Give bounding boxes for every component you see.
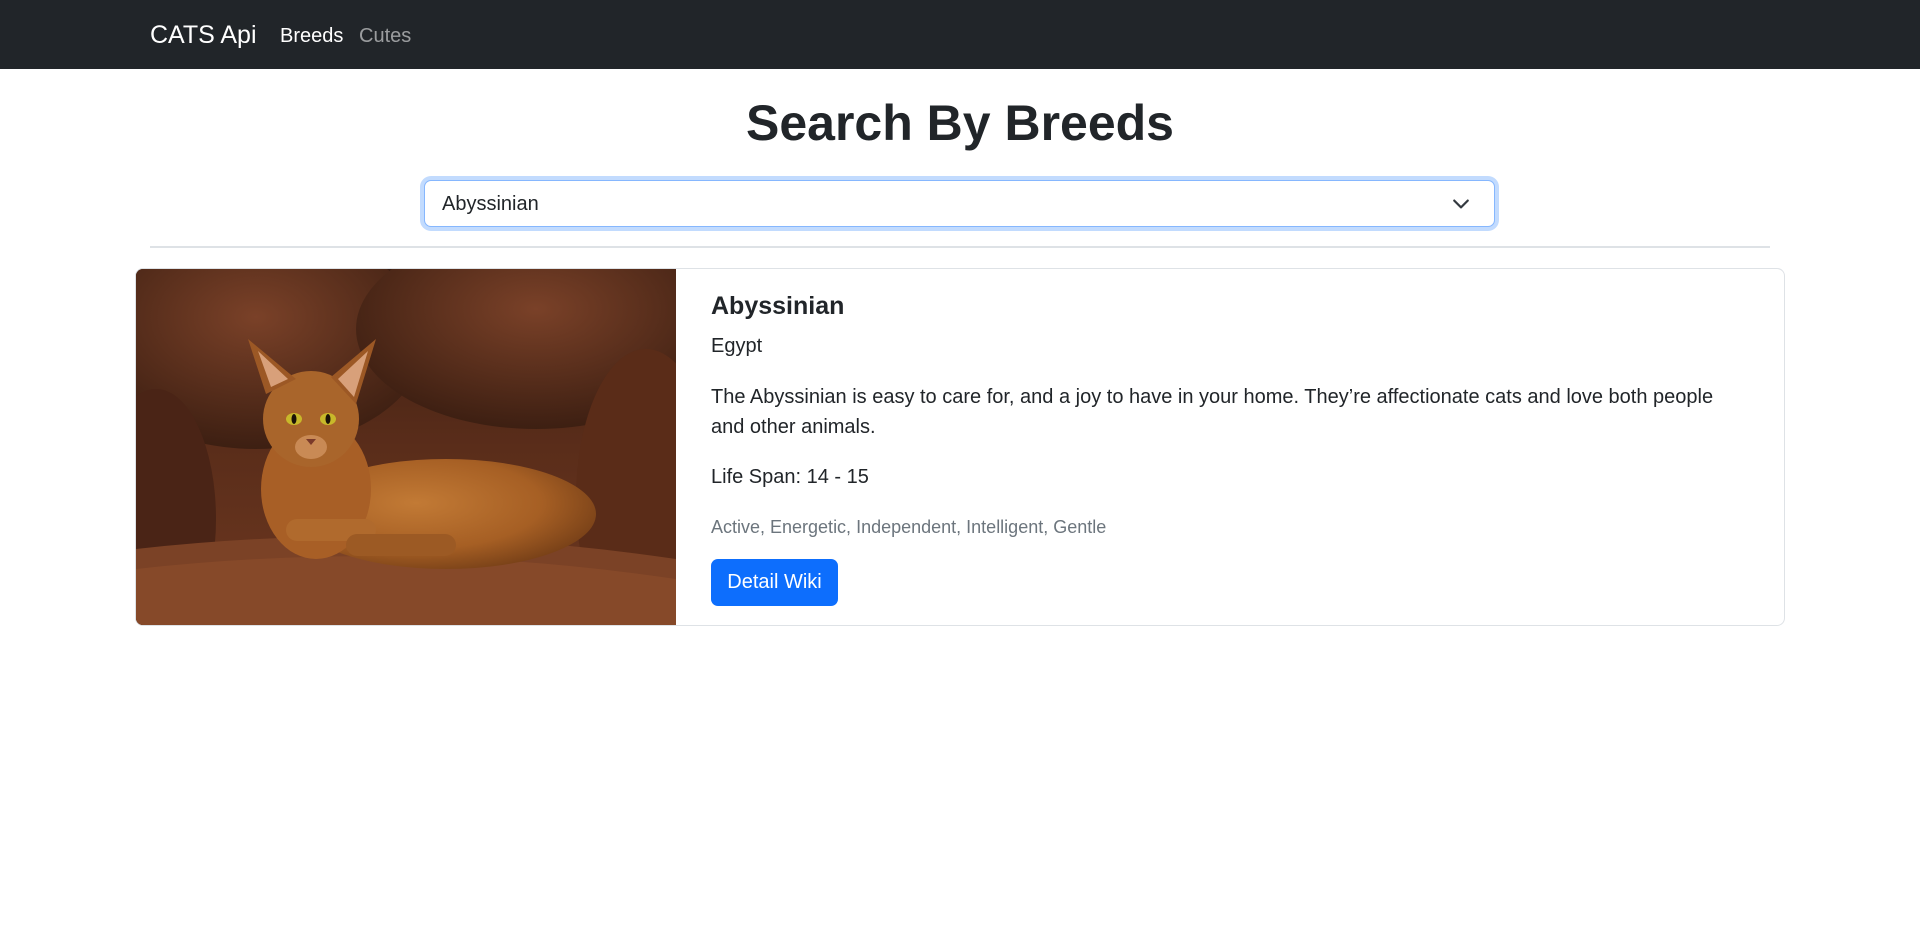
breed-card: Abyssinian Egypt The Abyssinian is easy … [135,268,1785,626]
breed-select-value: Abyssinian [442,193,539,215]
navbar: CATS Api Breeds Cutes [0,0,1920,69]
divider [150,246,1770,248]
breed-description: The Abyssinian is easy to care for, and … [711,386,1714,438]
nav-link-breeds[interactable]: Breeds [280,23,343,49]
page-title: Search By Breeds [745,95,1174,151]
chevron-down-icon [1453,199,1469,209]
breed-temperament: Active, Energetic, Independent, Intellig… [711,517,1107,537]
breed-life-span: Life Span: 14 - 15 [711,466,869,488]
breed-select[interactable]: Abyssinian [424,180,1495,227]
detail-wiki-button[interactable]: Detail Wiki [711,559,838,606]
nav-link-cutes[interactable]: Cutes [359,23,411,49]
brand-link[interactable]: CATS Api [150,18,257,52]
breed-origin: Egypt [711,335,763,357]
breed-name: Abyssinian [711,292,845,320]
cat-image [136,269,676,625]
